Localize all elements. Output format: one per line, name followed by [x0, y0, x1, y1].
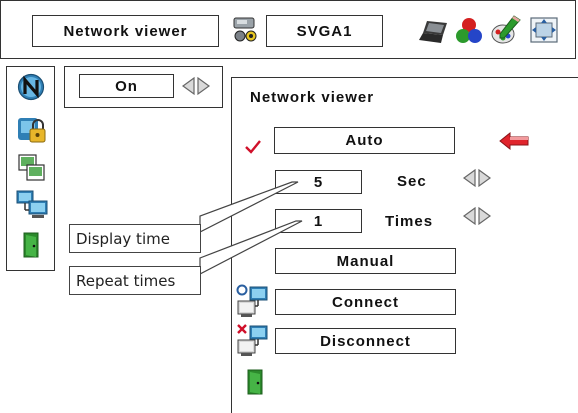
- display-time-callout: Display time: [69, 224, 201, 253]
- callout-leader-lines: [199, 181, 303, 275]
- repeat-times-callout: Repeat times: [69, 266, 201, 295]
